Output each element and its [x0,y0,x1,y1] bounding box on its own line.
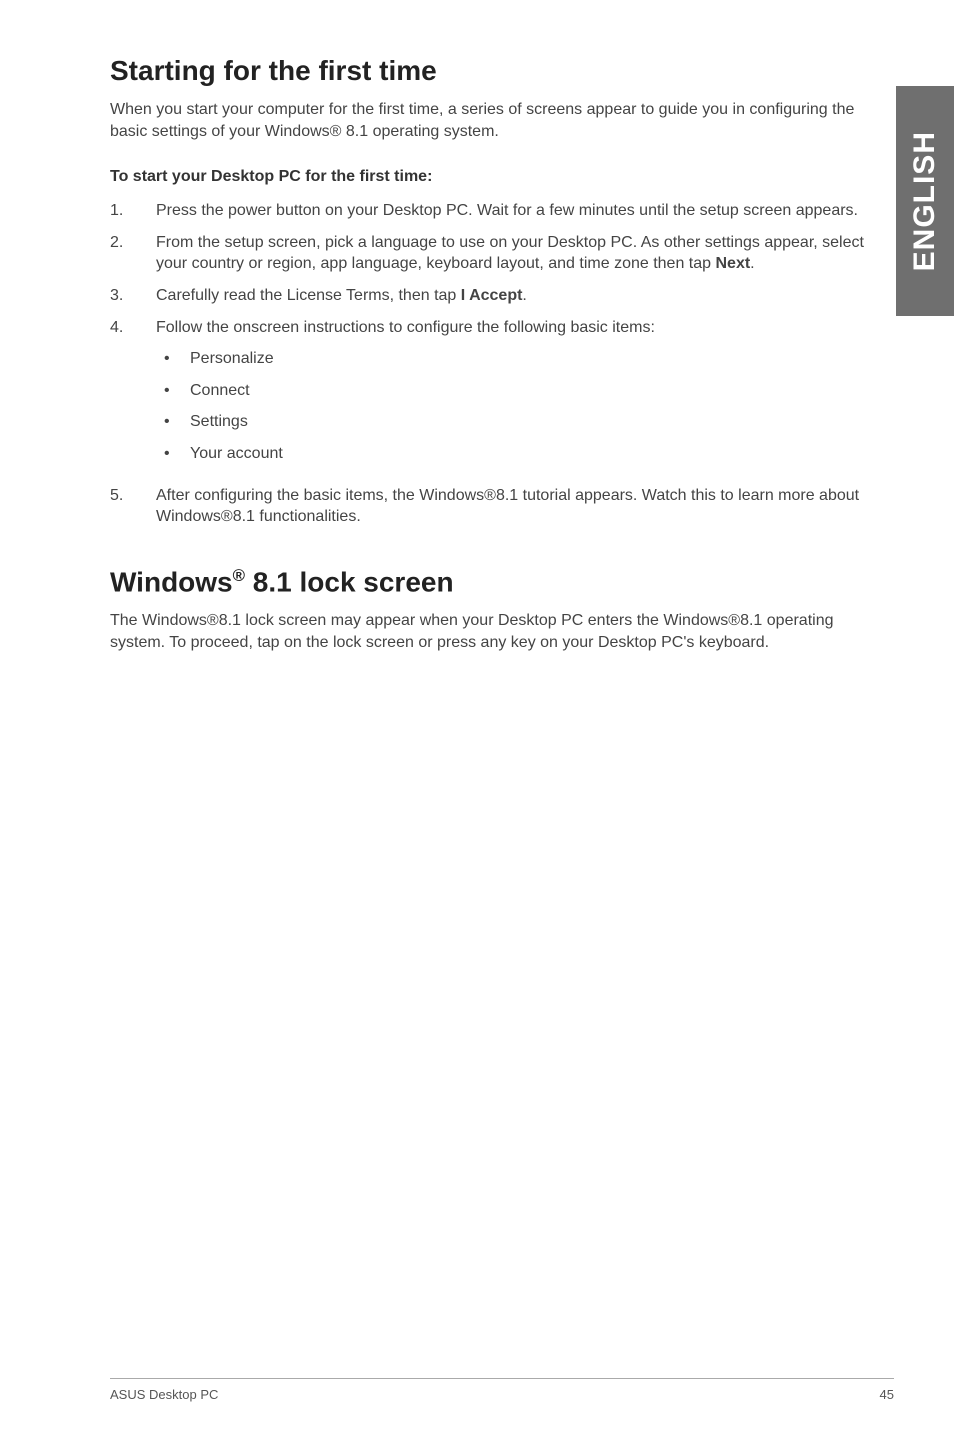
step-3: 3. Carefully read the License Terms, the… [110,285,890,307]
step-5: 5. After configuring the basic items, th… [110,485,890,528]
section1-heading: Starting for the first time [110,55,894,87]
step-body: Follow the onscreen instructions to conf… [156,317,890,471]
step-text: Carefully read the License Terms, then t… [156,287,461,304]
section2-heading: Windows® 8.1 lock screen [110,566,894,598]
section1-intro: When you start your computer for the fir… [110,99,870,142]
sub-item: • Your account [156,443,890,465]
step-2: 2. From the setup screen, pick a languag… [110,232,890,275]
sub-label: Your account [190,443,283,465]
step-body: Carefully read the License Terms, then t… [156,285,890,307]
step-text: Follow the onscreen instructions to conf… [156,317,890,339]
sub-item: • Connect [156,380,890,402]
section2-intro: The Windows®8.1 lock screen may appear w… [110,610,870,653]
step-body: Press the power button on your Desktop P… [156,200,890,222]
step-body: From the setup screen, pick a language t… [156,232,890,275]
step-number: 5. [110,485,156,528]
sub-item: • Personalize [156,348,890,370]
sub-label: Personalize [190,348,274,370]
step-tail: . [522,287,526,304]
bullet-icon: • [156,348,190,370]
side-tab-text: ENGLISH [908,131,942,271]
heading-part-b: 8.1 lock screen [245,566,454,597]
step-body: After configuring the basic items, the W… [156,485,890,528]
step-tail: . [750,255,754,272]
footer-page-number: 45 [880,1387,894,1402]
step-text: From the setup screen, pick a language t… [156,234,864,273]
step-number: 4. [110,317,156,471]
step-strong: I Accept [461,287,523,304]
section1-subhead: To start your Desktop PC for the first t… [110,168,894,186]
bullet-icon: • [156,411,190,433]
step-1: 1. Press the power button on your Deskto… [110,200,890,222]
footer-left: ASUS Desktop PC [110,1387,218,1402]
heading-sup: ® [233,566,245,585]
step-number: 1. [110,200,156,222]
sub-item: • Settings [156,411,890,433]
heading-part-a: Windows [110,566,233,597]
page-footer: ASUS Desktop PC 45 [110,1378,894,1402]
bullet-icon: • [156,380,190,402]
step-number: 2. [110,232,156,275]
step-number: 3. [110,285,156,307]
step-4: 4. Follow the onscreen instructions to c… [110,317,890,471]
language-side-tab: ENGLISH [896,86,954,316]
step-strong: Next [715,255,750,272]
sub-label: Settings [190,411,248,433]
sub-label: Connect [190,380,250,402]
bullet-icon: • [156,443,190,465]
